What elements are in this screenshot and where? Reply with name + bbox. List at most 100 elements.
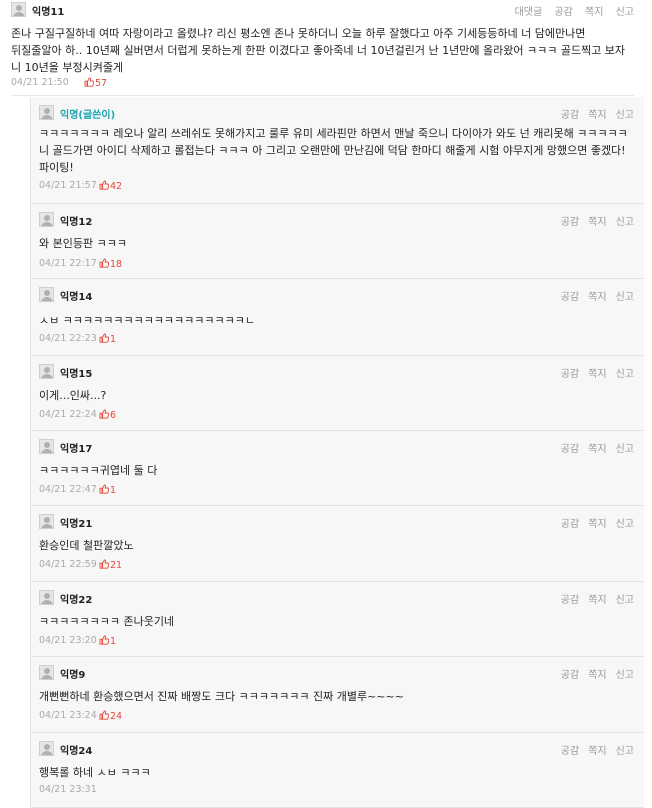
report-button[interactable]: 신고	[616, 519, 634, 530]
reply-time: 04/21 22:24	[39, 409, 97, 420]
message-button[interactable]: 쪽지	[588, 746, 606, 757]
thumbs-up-icon	[99, 333, 109, 343]
author-name: 익명15	[60, 369, 93, 380]
message-button[interactable]: 쪽지	[588, 444, 606, 455]
report-button[interactable]: 신고	[616, 444, 634, 455]
like-button[interactable]: 공감	[561, 670, 579, 681]
reply-actions: 공감 쪽지 신고	[552, 213, 634, 228]
thumbs-up-icon	[99, 180, 109, 190]
report-button[interactable]: 신고	[616, 217, 634, 228]
author-name: 익명(글쓴이)	[60, 110, 116, 121]
reply-meta: 04/21 21:57 42	[39, 180, 239, 194]
reply-time: 04/21 22:59	[39, 559, 97, 570]
reply-header: 익명24 공감 쪽지 신고	[39, 741, 634, 757]
reply-meta: 04/21 22:17 18	[39, 258, 239, 272]
thumbs-up-icon	[99, 635, 109, 645]
like-count: 18	[99, 258, 122, 270]
top-comment: 익명11 대댓글 공감 쪽지 신고 존나 구질구질하네 여따 자랑이라고 올렸냐…	[11, 0, 634, 96]
reply-text: ㅋㅋㅋㅋㅋㅋㅋ 레오나 알리 쓰레쉬도 못해가지고 룰루 유미 세라핀만 하면서…	[39, 127, 628, 174]
author-name: 익명17	[60, 444, 93, 455]
reply-header: 익명15 공감 쪽지 신고	[39, 364, 634, 380]
message-button[interactable]: 쪽지	[588, 110, 606, 121]
reply-text: 이게...인싸...?	[39, 389, 107, 402]
report-button[interactable]: 신고	[616, 7, 634, 18]
like-count-value: 21	[110, 560, 123, 571]
report-button[interactable]: 신고	[616, 595, 634, 606]
reply-button[interactable]: 대댓글	[515, 7, 543, 18]
reply-actions: 공감 쪽지 신고	[552, 440, 634, 455]
reply-time: 04/21 22:17	[39, 258, 97, 269]
like-count: 57	[84, 77, 107, 89]
like-button[interactable]: 공감	[554, 7, 572, 18]
reply-item: 익명24 공감 쪽지 신고 행복롤 하네 ㅅㅂ ㅋㅋㅋ 04/21 23:31	[30, 733, 644, 808]
author-name: 익명24	[60, 746, 93, 757]
reply-header: 익명22 공감 쪽지 신고	[39, 590, 634, 606]
like-count: 1	[99, 484, 116, 496]
message-button[interactable]: 쪽지	[588, 670, 606, 681]
reply-actions: 공감 쪽지 신고	[552, 515, 634, 530]
reply-item: 익명9 공감 쪽지 신고 개뻔뻔하네 환승했으면서 진짜 배짱도 크다 ㅋㅋㅋㅋㅋㅋㅋ …	[30, 657, 644, 733]
report-button[interactable]: 신고	[616, 670, 634, 681]
report-button[interactable]: 신고	[616, 110, 634, 121]
reply-header: 익명12 공감 쪽지 신고	[39, 212, 634, 228]
comment-text: 존나 구질구질하네 여따 자랑이라고 올렸냐? 리신 평소엔 존나 못하더니 오…	[11, 27, 626, 74]
message-button[interactable]: 쪽지	[588, 595, 606, 606]
like-count: 21	[99, 559, 122, 571]
like-button[interactable]: 공감	[561, 444, 579, 455]
reply-header: 익명(글쓴이) 공감 쪽지 신고	[39, 105, 634, 121]
reply-actions: 공감 쪽지 신고	[552, 106, 634, 121]
like-count-value: 24	[110, 711, 123, 722]
reply-meta: 04/21 23:20 1	[39, 635, 239, 649]
like-count-value: 1	[110, 334, 117, 345]
report-button[interactable]: 신고	[616, 746, 634, 757]
avatar	[39, 287, 54, 302]
reply-header: 익명9 공감 쪽지 신고	[39, 665, 634, 681]
message-button[interactable]: 쪽지	[588, 217, 606, 228]
message-button[interactable]: 쪽지	[588, 292, 606, 303]
report-button[interactable]: 신고	[616, 292, 634, 303]
reply-item: 익명17 공감 쪽지 신고 ㅋㅋㅋㅋㅋㅋ귀엽네 둘 다 04/21 22:47 1	[30, 431, 644, 506]
thumbs-up-icon	[99, 484, 109, 494]
reply-time: 04/21 22:23	[39, 333, 97, 344]
reply-actions: 공감 쪽지 신고	[552, 742, 634, 757]
reply-time: 04/21 22:47	[39, 484, 97, 495]
message-button[interactable]: 쪽지	[588, 369, 606, 380]
comment-header: 익명11 대댓글 공감 쪽지 신고	[11, 2, 634, 18]
reply-time: 04/21 23:24	[39, 710, 97, 721]
reply-item: 익명14 공감 쪽지 신고 ㅅㅂ ㅋㅋㅋㅋㅋㅋㅋㅋㅋㅋㅋㅋㅋㅋㅋㅋㅋㅋㄴ 04/21 22…	[30, 279, 644, 356]
thumbs-up-icon	[84, 77, 94, 87]
report-button[interactable]: 신고	[616, 369, 634, 380]
like-button[interactable]: 공감	[561, 292, 579, 303]
like-count: 1	[99, 635, 116, 647]
reply-actions: 공감 쪽지 신고	[552, 666, 634, 681]
author-name: 익명14	[60, 292, 93, 303]
like-button[interactable]: 공감	[561, 746, 579, 757]
reply-actions: 공감 쪽지 신고	[552, 591, 634, 606]
thumbs-up-icon	[99, 409, 109, 419]
avatar	[11, 2, 26, 17]
reply-header: 익명21 공감 쪽지 신고	[39, 514, 634, 530]
like-button[interactable]: 공감	[561, 110, 579, 121]
comment-time: 04/21 21:50	[11, 77, 69, 88]
thumbs-up-icon	[99, 559, 109, 569]
message-button[interactable]: 쪽지	[585, 7, 603, 18]
like-button[interactable]: 공감	[561, 519, 579, 530]
like-button[interactable]: 공감	[561, 369, 579, 380]
reply-item: 익명(글쓴이) 공감 쪽지 신고 ㅋㅋㅋㅋㅋㅋㅋ 레오나 알리 쓰레쉬도 못해가지고 룰…	[30, 97, 644, 204]
reply-meta: 04/21 23:24 24	[39, 710, 239, 724]
like-count-value: 6	[110, 410, 117, 421]
reply-header: 익명14 공감 쪽지 신고	[39, 287, 634, 303]
thumbs-up-icon	[99, 258, 109, 268]
like-count-value: 42	[110, 181, 123, 192]
like-count-value: 1	[110, 485, 117, 496]
reply-item: 익명12 공감 쪽지 신고 와 본인등판 ㅋㅋㅋ 04/21 22:17 18	[30, 204, 644, 279]
author-name: 익명11	[32, 7, 65, 18]
reply-meta: 04/21 22:59 21	[39, 559, 239, 573]
like-button[interactable]: 공감	[561, 595, 579, 606]
reply-meta: 04/21 23:31	[39, 784, 239, 798]
reply-text: 개뻔뻔하네 환승했으면서 진짜 배짱도 크다 ㅋㅋㅋㅋㅋㅋㅋ 진짜 개별루~~~…	[39, 690, 404, 703]
message-button[interactable]: 쪽지	[588, 519, 606, 530]
avatar	[39, 439, 54, 454]
reply-meta: 04/21 22:47 1	[39, 484, 239, 498]
like-button[interactable]: 공감	[561, 217, 579, 228]
